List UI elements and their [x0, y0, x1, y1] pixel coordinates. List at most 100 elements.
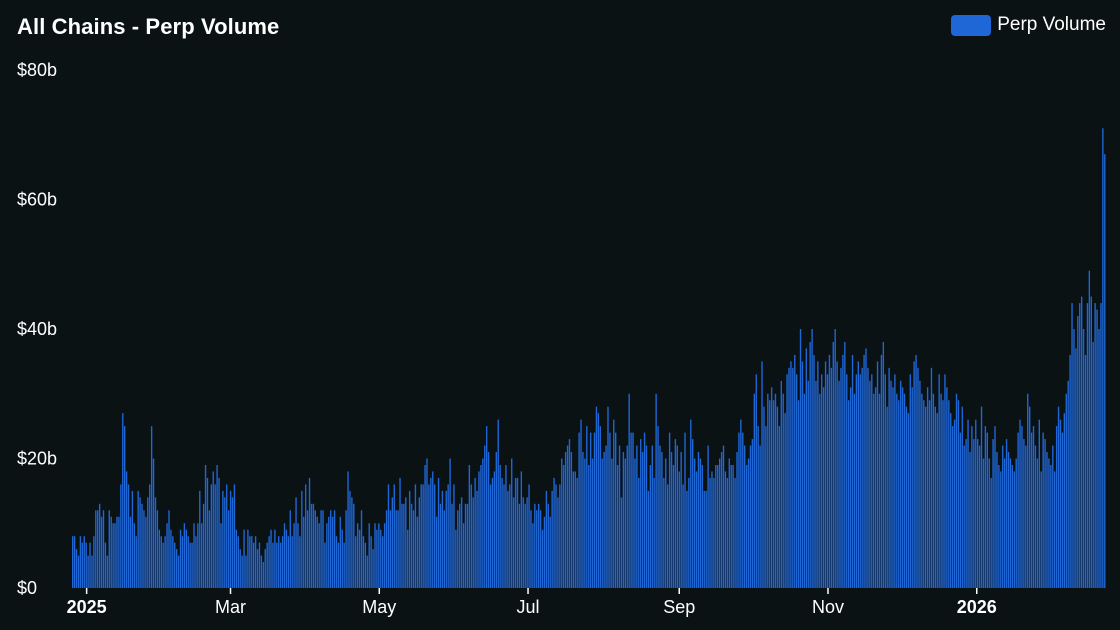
bar[interactable]: [335, 536, 338, 588]
bar[interactable]: [614, 432, 617, 588]
bar[interactable]: [407, 529, 409, 588]
bar[interactable]: [241, 555, 243, 589]
bar[interactable]: [229, 490, 232, 589]
bar[interactable]: [98, 503, 101, 588]
bar[interactable]: [923, 400, 925, 588]
bar[interactable]: [73, 536, 76, 588]
bar[interactable]: [809, 341, 811, 588]
bar[interactable]: [890, 380, 892, 588]
bar[interactable]: [401, 503, 403, 588]
bar[interactable]: [272, 542, 274, 588]
bar[interactable]: [655, 393, 657, 588]
bar[interactable]: [231, 497, 234, 588]
bar[interactable]: [842, 354, 844, 588]
bar[interactable]: [330, 510, 332, 588]
bar[interactable]: [651, 445, 653, 588]
bar[interactable]: [645, 445, 648, 588]
bar[interactable]: [815, 380, 817, 588]
bar[interactable]: [751, 439, 754, 588]
bar[interactable]: [276, 542, 278, 588]
bar[interactable]: [784, 413, 786, 588]
bar[interactable]: [416, 516, 419, 588]
bar[interactable]: [545, 490, 548, 589]
bar[interactable]: [749, 445, 752, 588]
bar[interactable]: [965, 439, 967, 588]
bar[interactable]: [726, 477, 729, 588]
bar[interactable]: [164, 536, 166, 588]
bar[interactable]: [137, 490, 139, 589]
bar[interactable]: [1061, 432, 1064, 588]
bar[interactable]: [851, 354, 854, 588]
bar[interactable]: [1002, 445, 1004, 588]
bar[interactable]: [994, 426, 996, 589]
bar[interactable]: [584, 458, 586, 589]
bar[interactable]: [557, 497, 559, 588]
bar[interactable]: [114, 523, 116, 588]
bar[interactable]: [795, 374, 798, 588]
bar[interactable]: [834, 329, 836, 588]
bar[interactable]: [360, 510, 363, 588]
bar[interactable]: [624, 458, 627, 589]
bar[interactable]: [470, 484, 472, 588]
bar[interactable]: [688, 477, 690, 588]
bar[interactable]: [295, 497, 297, 588]
bar[interactable]: [1069, 354, 1071, 588]
bar[interactable]: [618, 445, 621, 588]
bar[interactable]: [873, 393, 875, 588]
bar[interactable]: [998, 464, 1000, 588]
bar[interactable]: [97, 510, 99, 588]
bar[interactable]: [769, 400, 771, 588]
bar[interactable]: [499, 464, 501, 588]
bar[interactable]: [289, 510, 291, 588]
bar[interactable]: [1096, 309, 1098, 588]
bar[interactable]: [686, 490, 688, 589]
bar[interactable]: [451, 503, 453, 588]
bar[interactable]: [1011, 464, 1014, 588]
bar[interactable]: [1040, 471, 1042, 588]
bar[interactable]: [385, 510, 388, 588]
bar[interactable]: [512, 497, 515, 588]
bar[interactable]: [888, 367, 890, 588]
bar[interactable]: [511, 458, 513, 589]
bar[interactable]: [817, 361, 819, 589]
bar[interactable]: [326, 523, 328, 588]
bar[interactable]: [566, 445, 569, 588]
bar[interactable]: [661, 452, 663, 588]
bar[interactable]: [351, 497, 353, 588]
bar[interactable]: [601, 458, 603, 589]
bar[interactable]: [322, 510, 324, 588]
bar[interactable]: [503, 484, 505, 588]
bar[interactable]: [443, 510, 446, 588]
bar[interactable]: [1065, 393, 1067, 588]
bar[interactable]: [801, 361, 804, 589]
bar[interactable]: [339, 516, 342, 588]
bar[interactable]: [790, 361, 792, 589]
bar[interactable]: [892, 387, 894, 588]
bar[interactable]: [337, 542, 340, 588]
bar[interactable]: [684, 432, 686, 588]
bar[interactable]: [915, 354, 917, 588]
bar[interactable]: [969, 452, 971, 588]
bar[interactable]: [1098, 329, 1100, 588]
bar[interactable]: [432, 471, 434, 588]
bar[interactable]: [206, 477, 209, 588]
bar[interactable]: [174, 542, 176, 588]
bar[interactable]: [792, 367, 794, 588]
bar[interactable]: [830, 367, 833, 588]
bar[interactable]: [430, 477, 432, 588]
bar[interactable]: [291, 536, 293, 588]
bar[interactable]: [270, 529, 272, 588]
bar[interactable]: [984, 426, 987, 589]
bar[interactable]: [745, 464, 748, 588]
bar[interactable]: [609, 432, 611, 588]
bar[interactable]: [150, 426, 153, 589]
bar[interactable]: [318, 523, 320, 588]
bar[interactable]: [166, 523, 168, 588]
bar[interactable]: [287, 536, 290, 588]
bar[interactable]: [474, 477, 476, 588]
bar[interactable]: [948, 400, 950, 588]
bar[interactable]: [715, 464, 717, 588]
bar[interactable]: [505, 464, 507, 588]
bar[interactable]: [1088, 270, 1091, 588]
bar[interactable]: [224, 497, 226, 588]
